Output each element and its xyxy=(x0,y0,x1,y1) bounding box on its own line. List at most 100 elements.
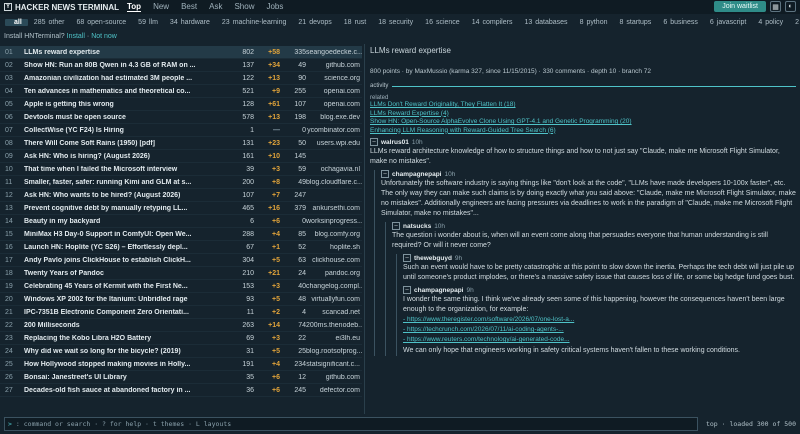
story-rank: 23 xyxy=(5,334,13,342)
story-row[interactable]: 08 There Will Come Soft Rains (1950) [pdf… xyxy=(0,137,362,150)
story-rank: 08 xyxy=(5,139,13,147)
story-points: 304 xyxy=(242,256,254,264)
nav-top[interactable]: Top xyxy=(127,2,142,12)
story-rank: 09 xyxy=(5,152,13,160)
story-rank: 14 xyxy=(5,217,13,225)
collapse-toggle-icon[interactable]: – xyxy=(370,138,378,146)
story-row[interactable]: 26 Bonsai: Janestreet's UI Library 35 +6 12 g… xyxy=(0,371,362,384)
story-row[interactable]: 22 200 Milliseconds 263 +14 74 200ms.thenodeb… xyxy=(0,319,362,332)
story-title: How Hollywood stopped making movies in H… xyxy=(24,360,191,368)
story-row[interactable]: 12 Ask HN: Who wants to be hired? (August… xyxy=(0,189,362,202)
story-row[interactable]: 05 Apple is getting this wrong 128 +61 107 op… xyxy=(0,98,362,111)
comment-author[interactable]: walrus01 xyxy=(381,139,409,146)
nav-show[interactable]: Show xyxy=(234,2,254,12)
category-chip-startups[interactable]: 8 startups xyxy=(614,19,658,26)
story-row[interactable]: 03 Amazonian civilization had estimated 3… xyxy=(0,72,362,85)
story-row[interactable]: 27 Decades-old fish sauce at abandoned fa… xyxy=(0,384,362,397)
story-row[interactable]: 06 Devtools must be open source 578 +13 198 b… xyxy=(0,111,362,124)
story-row[interactable]: 18 Twenty Years of Pandoc 210 +21 24 pandoc.o… xyxy=(0,267,362,280)
comment-author[interactable]: champagnepapi xyxy=(414,287,463,294)
story-row[interactable]: 17 Andy Pavlo joins ClickHouse to establi… xyxy=(0,254,362,267)
story-title: Devtools must be open source xyxy=(24,113,126,121)
comment-author[interactable]: natsucks xyxy=(403,223,431,230)
category-chip-golang[interactable]: 2golang xyxy=(789,19,800,26)
story-row[interactable]: 04 Ten advances in mathematics and theore… xyxy=(0,85,362,98)
category-chip-llm[interactable]: 59 llm xyxy=(132,19,164,26)
category-chip-policy[interactable]: 4 policy xyxy=(752,19,789,26)
collapse-toggle-icon[interactable]: – xyxy=(381,170,389,178)
related-link[interactable]: Enhancing LLM Reasoning with Reward-Guid… xyxy=(370,127,796,136)
story-domain: blog.comfy.org xyxy=(314,230,360,238)
story-row[interactable]: 13 Prevent cognitive debt by manually ret… xyxy=(0,202,362,215)
not-now-link[interactable]: Not now xyxy=(91,33,117,40)
nav-new[interactable]: New xyxy=(153,2,169,12)
story-row[interactable]: 07 CollectWise (YC F24) Is Hiring 1 — 0 ycomb… xyxy=(0,124,362,137)
related-link[interactable]: LLMs Don't Reward Originality, They Flat… xyxy=(370,101,796,110)
category-chip-all[interactable]: all xyxy=(5,18,28,26)
category-count: 14 xyxy=(471,18,480,26)
story-title: Ten advances in mathematics and theoreti… xyxy=(24,87,191,95)
pane-divider[interactable] xyxy=(364,44,365,414)
category-chip-databases[interactable]: 13 databases xyxy=(518,19,573,26)
story-comment-count: 63 xyxy=(298,256,306,264)
comment-link[interactable]: - https://www.reuters.com/technology/ai-… xyxy=(403,335,796,345)
story-row[interactable]: 09 Ask HN: Who is hiring? (August 2026) 16… xyxy=(0,150,362,163)
command-input-placeholder[interactable]: : command or search · ? for help · t the… xyxy=(16,420,231,428)
comment-author[interactable]: champagnepapi xyxy=(392,171,441,178)
story-row[interactable]: 01 LLMs reward expertise 802 +58 335 seangoed… xyxy=(0,46,362,59)
collapse-toggle-icon[interactable]: – xyxy=(392,222,400,230)
story-row[interactable]: 11 Smaller, faster, safer: running Kimi a… xyxy=(0,176,362,189)
category-name: machine-learning xyxy=(232,18,287,26)
story-comment-count: 379 xyxy=(294,204,306,212)
collapse-toggle-icon[interactable]: – xyxy=(403,286,411,294)
category-chip-open-source[interactable]: 68 open-source xyxy=(70,19,132,26)
story-row[interactable]: 15 MiniMax H3 Day-0 Support in ComfyUI: O… xyxy=(0,228,362,241)
story-row[interactable]: 20 Windows XP 2002 for the Itanium: Unbri… xyxy=(0,293,362,306)
join-waitlist-button[interactable]: Join waitlist xyxy=(714,1,766,12)
story-rank: 04 xyxy=(5,87,13,95)
comment-author[interactable]: thewebguyd xyxy=(414,255,452,262)
nav-best[interactable]: Best xyxy=(181,2,197,12)
story-row[interactable]: 24 Why did we wait so long for the bicycl… xyxy=(0,345,362,358)
command-bar[interactable]: > : command or search · ? for help · t t… xyxy=(4,417,698,431)
story-row[interactable]: 19 Celebrating 45 Years of Kermit with th… xyxy=(0,280,362,293)
related-link[interactable]: LLMs Reward Expertise (4) xyxy=(370,110,796,119)
story-points: 137 xyxy=(242,61,254,69)
story-row[interactable]: 10 That time when I failed the Microsoft … xyxy=(0,163,362,176)
category-chip-javascript[interactable]: 6 javascript xyxy=(704,19,752,26)
nav-jobs[interactable]: Jobs xyxy=(266,2,283,12)
category-chip-hardware[interactable]: 34 hardware xyxy=(164,19,216,26)
category-count: 4 xyxy=(758,18,763,26)
story-rank: 19 xyxy=(5,282,13,290)
story-points: 131 xyxy=(242,139,254,147)
category-chip-machine-learning[interactable]: 23 machine-learning xyxy=(216,19,293,26)
app-brand[interactable]: Y HACKER NEWS TERMINAL xyxy=(0,3,119,12)
category-chip-science[interactable]: 16 science xyxy=(419,19,466,26)
comment-link[interactable]: - https://www.theregister.com/software/2… xyxy=(403,315,796,325)
collapse-toggle-icon[interactable]: – xyxy=(403,254,411,262)
related-link[interactable]: Show HN: Open-Source AlphaEvolve Clone U… xyxy=(370,118,796,127)
nav-ask[interactable]: Ask xyxy=(209,2,222,12)
story-row[interactable]: 25 How Hollywood stopped making movies in… xyxy=(0,358,362,371)
category-chip-security[interactable]: 18 security xyxy=(372,19,419,26)
category-name: devops xyxy=(309,18,332,26)
story-row[interactable]: 21 IPC-7351B Electronic Component Zero Or… xyxy=(0,306,362,319)
category-chip-compilers[interactable]: 14 compilers xyxy=(466,19,519,26)
install-link[interactable]: Install xyxy=(67,33,85,40)
story-row[interactable]: 23 Replacing the Kobo Libra H2O Battery 69… xyxy=(0,332,362,345)
layout-icon[interactable]: ▦ xyxy=(770,1,781,12)
story-row[interactable]: 16 Launch HN: Hoplite (YC S26) – Effortle… xyxy=(0,241,362,254)
story-domain: ochagavia.nl xyxy=(320,165,360,173)
category-name: compilers xyxy=(482,18,513,26)
story-row[interactable]: 02 Show HN: Run an 80B Qwen in 4.3 GB of … xyxy=(0,59,362,72)
category-chip-other[interactable]: 285 other xyxy=(28,19,71,26)
theme-icon[interactable]: ◐ xyxy=(785,1,796,12)
comment-link[interactable]: - https://techcrunch.com/2026/07/11/ai-c… xyxy=(403,325,796,335)
category-chip-business[interactable]: 6 business xyxy=(657,19,704,26)
category-chip-python[interactable]: 8 python xyxy=(574,19,614,26)
category-chip-devops[interactable]: 21 devops xyxy=(292,19,337,26)
category-chip-rust[interactable]: 18 rust xyxy=(338,19,372,26)
story-comment-count: 4 xyxy=(302,308,306,316)
story-points-delta: +6 xyxy=(272,217,280,225)
story-row[interactable]: 14 Beauty in my backyard 6 +6 0 worksinprogre… xyxy=(0,215,362,228)
